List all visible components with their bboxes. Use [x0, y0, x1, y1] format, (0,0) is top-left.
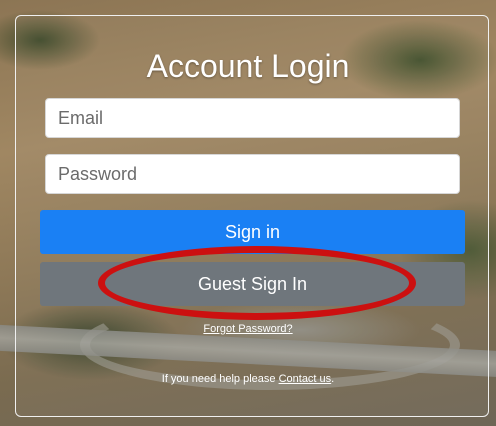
contact-us-link[interactable]: Contact us: [279, 373, 332, 385]
email-field[interactable]: [45, 98, 460, 138]
page-title: Account Login: [146, 48, 350, 84]
forgot-password-row: Forgot Password?: [0, 323, 496, 335]
password-field[interactable]: [45, 154, 460, 194]
help-suffix: .: [331, 373, 335, 385]
help-text: If you need help please Contact us.: [0, 373, 496, 385]
forgot-password-link[interactable]: Forgot Password?: [203, 323, 292, 335]
sign-in-button[interactable]: Sign in: [40, 210, 465, 254]
help-prefix: If you need help please: [161, 373, 279, 385]
guest-sign-in-button[interactable]: Guest Sign In: [40, 262, 465, 306]
